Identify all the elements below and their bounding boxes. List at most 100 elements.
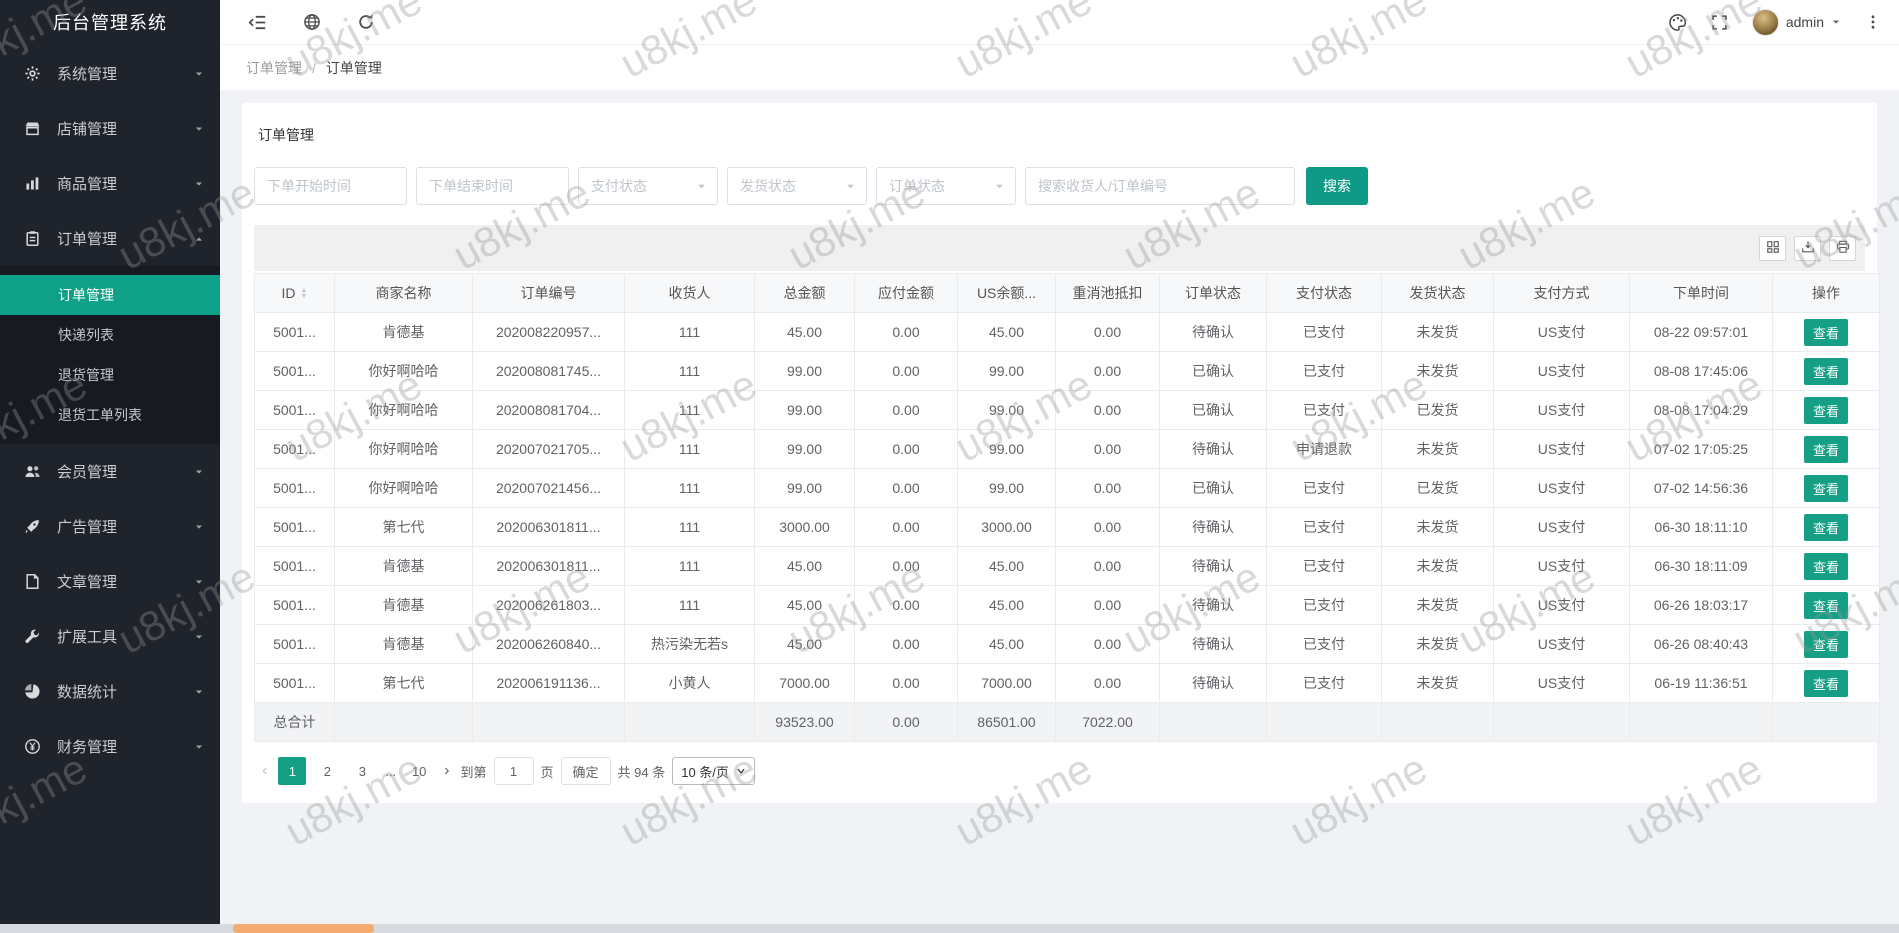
sidebar-item-2[interactable]: 商品管理 (0, 156, 220, 211)
view-button[interactable]: 查看 (1803, 630, 1848, 658)
table-row: 5001... 第七代 202006191136... 小黄人 7000.00 0.00 7… (254, 663, 1880, 703)
fullscreen-icon[interactable] (1711, 14, 1728, 31)
column-header-2: 订单编号 (472, 273, 625, 313)
goto-prefix: 到第 (460, 764, 487, 780)
view-button[interactable]: 查看 (1803, 357, 1848, 385)
column-settings-button[interactable] (1759, 235, 1786, 261)
sidebar-item-0[interactable]: 系统管理 (0, 46, 220, 101)
pagination-prev[interactable]: ‹ (258, 762, 271, 780)
view-button[interactable]: 查看 (1803, 318, 1848, 346)
order-status-select[interactable]: 订单状态 (876, 167, 1016, 205)
pagination-page-10[interactable]: 10 (405, 757, 433, 785)
article-icon (24, 573, 44, 590)
chevron-down-icon (696, 181, 707, 192)
start-date-input[interactable] (254, 167, 407, 205)
table-row: 5001... 你好啊哈哈 202008081745... 111 99.00 0.00 9… (254, 351, 1880, 391)
table-row: 5001... 肯德基 202006261803... 111 45.00 0.00 45.… (254, 585, 1880, 625)
finance-icon (24, 738, 44, 755)
globe-icon[interactable] (303, 13, 321, 31)
pagination-page-3[interactable]: 3 (348, 757, 376, 785)
export-button[interactable] (1794, 235, 1821, 261)
sidebar-subitem-3-1[interactable]: 快递列表 (0, 315, 220, 355)
pagination-page-1[interactable]: 1 (278, 757, 307, 785)
horizontal-scrollbar[interactable] (0, 924, 1899, 933)
column-header-9: 支付状态 (1266, 273, 1382, 313)
ship-status-select[interactable]: 发货状态 (727, 167, 867, 205)
main-area: admin 订单管理 / 订单管理 订单管理 支付状态 发货状态 (220, 0, 1899, 933)
chevron-down-icon (194, 467, 204, 477)
chevron-down-icon (194, 124, 204, 134)
chevron-down-icon (736, 766, 746, 776)
goto-page-input[interactable] (493, 757, 534, 785)
filter-bar: 支付状态 发货状态 订单状态 搜索 (254, 167, 1865, 205)
sidebar-subitem-3-0[interactable]: 订单管理 (0, 275, 220, 315)
search-input[interactable] (1025, 167, 1295, 205)
column-header-0[interactable]: ID ▲ ▼ (254, 273, 335, 313)
chevron-down-icon (194, 687, 204, 697)
chevron-down-icon (845, 181, 856, 192)
chevron-down-icon (194, 179, 204, 189)
print-button[interactable] (1829, 235, 1856, 261)
per-page-select[interactable]: 10 条/页 (672, 757, 755, 785)
goto-confirm-button[interactable]: 确定 (560, 757, 611, 785)
pay-status-select[interactable]: 支付状态 (578, 167, 718, 205)
avatar (1751, 8, 1779, 36)
sidebar-subitem-3-3[interactable]: 退货工单列表 (0, 395, 220, 435)
view-button[interactable]: 查看 (1803, 669, 1848, 697)
refresh-icon[interactable] (357, 13, 375, 31)
pagination: ‹ 123... 10 › 到第 页 确定 共 94 条 10 条/页 (254, 757, 1865, 785)
sidebar-menu: 系统管理 店铺管理 商品管理 订单管理 订单管理 快递列表 退货管理 退货工单列表 会员管理 广告… (0, 46, 220, 774)
scrollbar-thumb[interactable] (233, 924, 374, 933)
sidebar-item-7[interactable]: 扩展工具 (0, 609, 220, 664)
order-card: 订单管理 支付状态 发货状态 订单状态 搜索 (242, 103, 1880, 803)
sidebar-item-3[interactable]: 订单管理 (0, 211, 220, 266)
view-button[interactable]: 查看 (1803, 513, 1848, 541)
wrench-icon (24, 628, 44, 645)
table-header-row: ID ▲ ▼ 商家名称 订单编号 收货人 总金额 应付金额 US余额... 重消池抵扣 订单状态 支付… (254, 273, 1880, 313)
column-header-10: 发货状态 (1381, 273, 1494, 313)
orders-table: ID ▲ ▼ 商家名称 订单编号 收货人 总金额 应付金额 US余额... 重消池抵扣 订单状态 支付… (254, 273, 1880, 742)
grid-columns-icon (1766, 240, 1780, 257)
collapse-sidebar-icon[interactable] (248, 13, 267, 32)
column-header-4: 总金额 (754, 273, 855, 313)
topbar-left (248, 13, 375, 32)
column-header-1: 商家名称 (334, 273, 473, 313)
breadcrumb-parent[interactable]: 订单管理 (246, 58, 302, 78)
table-row: 5001... 肯德基 202006260840... 热污染无若s 45.00 0.00… (254, 624, 1880, 664)
theme-palette-icon[interactable] (1668, 13, 1687, 32)
sidebar-item-5[interactable]: 广告管理 (0, 499, 220, 554)
app-title: 后台管理系统 (53, 13, 167, 33)
sidebar-item-1[interactable]: 店铺管理 (0, 101, 220, 156)
chevron-down-icon (194, 522, 204, 532)
end-date-input[interactable] (416, 167, 569, 205)
totals-row: 总合计 93523.00 0.00 86501.00 7022.00 (254, 702, 1880, 742)
sort-icon[interactable]: ▲ ▼ (301, 287, 308, 300)
sidebar-item-6[interactable]: 文章管理 (0, 554, 220, 609)
column-header-3: 收货人 (624, 273, 755, 313)
view-button[interactable]: 查看 (1803, 435, 1848, 463)
sidebar-item-9[interactable]: 财务管理 (0, 719, 220, 774)
more-options-icon[interactable] (1865, 14, 1881, 30)
chevron-down-icon (194, 742, 204, 752)
view-button[interactable]: 查看 (1803, 552, 1848, 580)
search-button[interactable]: 搜索 (1306, 167, 1368, 205)
pagination-page-2[interactable]: 2 (313, 757, 341, 785)
pagination-next[interactable]: › (440, 762, 453, 780)
view-button[interactable]: 查看 (1803, 474, 1848, 502)
chart-icon (24, 175, 44, 192)
view-button[interactable]: 查看 (1803, 591, 1848, 619)
sidebar-subitem-3-2[interactable]: 退货管理 (0, 355, 220, 395)
topbar-right: admin (1668, 8, 1881, 36)
sidebar-item-8[interactable]: 数据统计 (0, 664, 220, 719)
view-button[interactable]: 查看 (1803, 396, 1848, 424)
table-toolbar (254, 225, 1865, 271)
user-menu[interactable]: admin (1751, 8, 1841, 36)
gear-icon (24, 65, 44, 82)
chevron-down-icon (194, 69, 204, 79)
pagination-ellipsis: ... (385, 763, 397, 779)
breadcrumb-separator: / (312, 59, 316, 76)
sidebar-item-4[interactable]: 会员管理 (0, 444, 220, 499)
column-header-8: 订单状态 (1159, 273, 1267, 313)
table-row: 5001... 你好啊哈哈 202007021705... 111 99.00 0.00 9… (254, 429, 1880, 469)
users-icon (24, 463, 44, 480)
